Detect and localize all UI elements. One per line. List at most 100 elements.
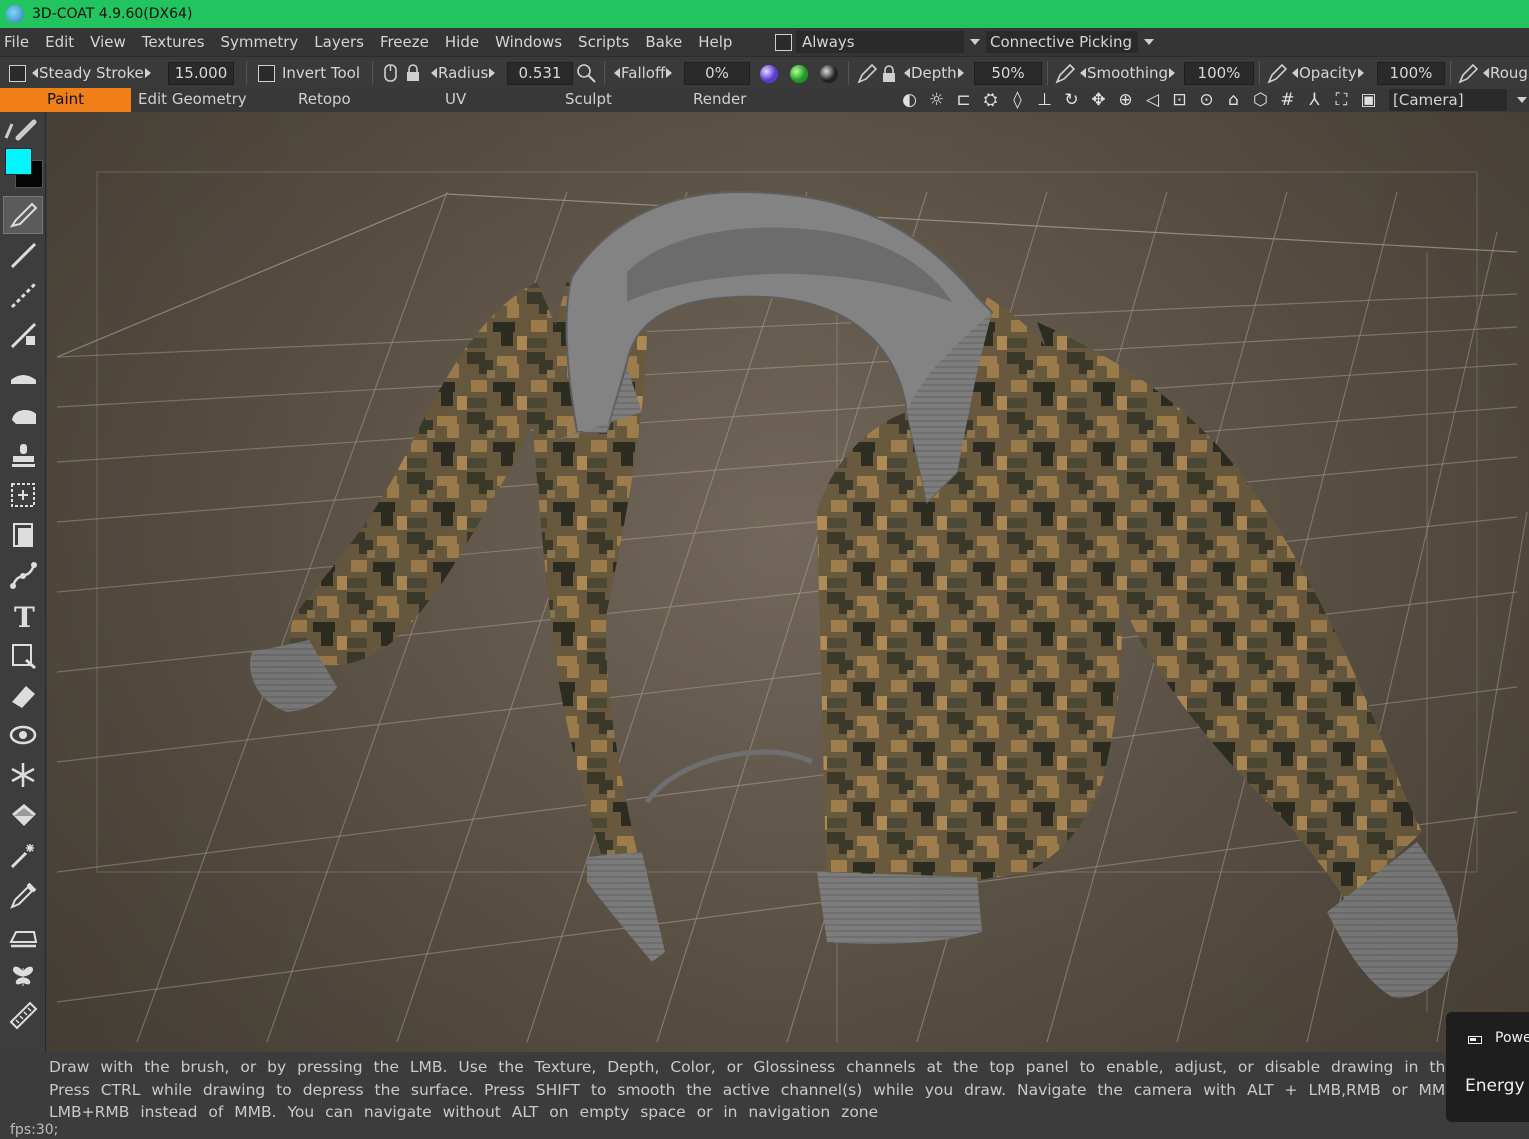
tab-edit-geometry[interactable]: Edit Geometry [138, 88, 247, 112]
opacity-slider-label[interactable]: Opacity [1292, 57, 1364, 89]
menu-scripts[interactable]: Scripts [570, 28, 637, 56]
shading-toggle-icon[interactable]: ◐ [896, 90, 923, 110]
radius-tool-icon[interactable] [576, 63, 598, 83]
grid-icon[interactable]: # [1274, 90, 1301, 110]
3d-viewport[interactable] [47, 112, 1529, 1052]
menu-bake[interactable]: Bake [637, 28, 690, 56]
tool-spline[interactable] [3, 556, 43, 594]
tool-layer-copy[interactable] [3, 516, 43, 554]
tool-ruler[interactable] [3, 996, 43, 1034]
zoom-icon[interactable]: ⊕ [1112, 90, 1139, 110]
falloff-slider-label[interactable]: Falloff [614, 57, 673, 89]
smoothing-value[interactable]: 100% [1184, 62, 1254, 85]
increase-arrow-icon[interactable] [957, 68, 964, 78]
decrease-arrow-icon[interactable] [32, 68, 38, 78]
decrease-arrow-icon[interactable] [904, 68, 910, 78]
invert-tool-label[interactable]: Invert Tool [282, 57, 360, 89]
opacity-value[interactable]: 100% [1377, 62, 1445, 85]
steady-stroke-checkbox[interactable] [9, 65, 26, 82]
tool-eye[interactable] [3, 716, 43, 754]
tool-smudge[interactable] [3, 276, 43, 314]
tool-butterfly[interactable] [3, 956, 43, 994]
fullscreen-icon[interactable]: ⛶ [1328, 90, 1355, 110]
decrease-arrow-icon[interactable] [1483, 68, 1489, 78]
tool-crop[interactable] [3, 636, 43, 674]
tab-uv[interactable]: UV [445, 88, 466, 112]
chevron-down-icon[interactable] [1144, 39, 1155, 45]
power-notification[interactable]: Powe Energy s [1446, 1012, 1529, 1122]
decrease-arrow-icon[interactable] [1080, 68, 1086, 78]
symmetry-icon[interactable]: ⊥ [1031, 90, 1058, 110]
tool-flatten[interactable] [3, 356, 43, 394]
menu-layers[interactable]: Layers [306, 28, 372, 56]
radius-value[interactable]: 0.531 [507, 62, 573, 85]
tab-sculpt[interactable]: Sculpt [565, 88, 612, 112]
decrease-arrow-icon[interactable] [614, 68, 620, 78]
smoothing-slider-label[interactable]: Smoothing [1080, 57, 1176, 89]
light-icon[interactable]: ☼ [923, 90, 950, 110]
tab-render[interactable]: Render [693, 88, 746, 112]
roughness-pen-icon[interactable] [1457, 63, 1479, 85]
always-checkbox[interactable] [775, 33, 792, 51]
tool-magic-wand[interactable] [3, 836, 43, 874]
tool-bucket[interactable] [3, 796, 43, 834]
increase-arrow-icon[interactable] [489, 68, 496, 78]
menu-edit[interactable]: Edit [37, 28, 82, 56]
menu-windows[interactable]: Windows [487, 28, 570, 56]
tool-text[interactable]: T [3, 596, 43, 634]
menu-file[interactable]: File [0, 28, 37, 56]
tab-retopo[interactable]: Retopo [298, 88, 351, 112]
pen-pressure-lock-icon[interactable] [381, 63, 425, 83]
increase-arrow-icon[interactable] [144, 68, 151, 78]
tool-eraser[interactable] [3, 676, 43, 714]
invert-tool-checkbox[interactable] [258, 65, 275, 82]
focus-icon[interactable]: ⊙ [1193, 90, 1220, 110]
menu-help[interactable]: Help [690, 28, 740, 56]
radius-slider-label[interactable]: Radius [431, 57, 496, 89]
increase-arrow-icon[interactable] [1357, 68, 1364, 78]
tool-brush[interactable] [3, 196, 43, 234]
steady-stroke-slider-label[interactable]: Steady Stroke [32, 57, 151, 89]
tab-paint[interactable]: Paint [0, 88, 131, 112]
roughness-slider-label[interactable]: Roug [1483, 57, 1528, 89]
depth-slider-label[interactable]: Depth [904, 57, 964, 89]
tool-stamp[interactable] [3, 436, 43, 474]
backdrop-icon[interactable]: ⊏ [950, 90, 977, 110]
picking-mode-dropdown[interactable]: Connective Picking [986, 31, 1139, 53]
smoothing-pen-icon[interactable] [1054, 63, 1076, 85]
tool-line[interactable] [3, 236, 43, 274]
always-dropdown[interactable]: Always [796, 31, 964, 53]
decrease-arrow-icon[interactable] [1292, 68, 1298, 78]
axis-icon[interactable]: ⅄ [1301, 90, 1328, 110]
falloff-value[interactable]: 0% [684, 62, 750, 85]
tool-iron[interactable] [3, 916, 43, 954]
menu-view[interactable]: View [82, 28, 134, 56]
home-icon[interactable]: ⌂ [1220, 90, 1247, 110]
brush-preset-icon[interactable] [4, 116, 40, 142]
frame-icon[interactable]: ⊡ [1166, 90, 1193, 110]
material-drop-icon[interactable]: ◊ [1004, 90, 1031, 110]
environment-light-icon[interactable]: ⛭ [977, 90, 1004, 110]
tool-blend[interactable] [3, 316, 43, 354]
menu-textures[interactable]: Textures [134, 28, 213, 56]
depth-value[interactable]: 50% [974, 62, 1042, 85]
tool-eyedropper[interactable] [3, 876, 43, 914]
depth-pen-lock-icon[interactable] [856, 63, 900, 85]
cube-icon[interactable]: ⬡ [1247, 90, 1274, 110]
chevron-down-icon[interactable] [970, 39, 980, 45]
camera-dropdown[interactable]: [Camera] [1389, 89, 1507, 111]
tool-fill[interactable] [3, 396, 43, 434]
rotate-icon[interactable]: ↻ [1058, 90, 1085, 110]
primary-color-swatch[interactable] [5, 148, 32, 175]
screenshot-icon[interactable]: ▣ [1355, 90, 1382, 110]
opacity-pen-icon[interactable] [1266, 63, 1288, 85]
move-icon[interactable]: ✥ [1085, 90, 1112, 110]
tool-select-rect[interactable] [3, 476, 43, 514]
menu-freeze[interactable]: Freeze [372, 28, 437, 56]
perspective-icon[interactable]: ◁ [1139, 90, 1166, 110]
menu-hide[interactable]: Hide [437, 28, 487, 56]
increase-arrow-icon[interactable] [1169, 68, 1176, 78]
steady-stroke-value[interactable]: 15.000 [168, 62, 234, 85]
decrease-arrow-icon[interactable] [431, 68, 437, 78]
menu-symmetry[interactable]: Symmetry [213, 28, 307, 56]
